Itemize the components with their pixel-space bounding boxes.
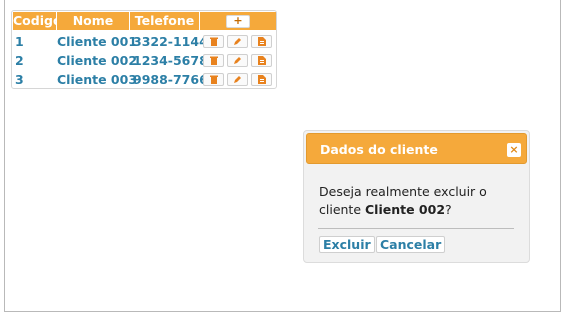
cell-telefone: 9988-7766 [133, 72, 208, 87]
delete-button[interactable] [203, 73, 224, 86]
edit-icon [233, 56, 242, 65]
dialog-title: Dados do cliente [320, 142, 438, 157]
confirm-delete-button[interactable]: Excluir [319, 236, 375, 253]
document-icon [257, 56, 266, 65]
delete-icon [209, 75, 218, 84]
delete-button[interactable] [203, 54, 224, 67]
delete-icon [209, 56, 218, 65]
cell-telefone: 1234-5678 [133, 53, 208, 68]
table-row: 1 Cliente 001 3322-1144 [13, 32, 272, 51]
cell-nome[interactable]: Cliente 001 [57, 34, 137, 49]
cell-telefone: 3322-1144 [133, 34, 208, 49]
cell-codigo: 2 [15, 53, 24, 68]
close-icon[interactable]: × [507, 143, 521, 157]
edit-icon [233, 37, 242, 46]
dialog-message: Deseja realmente excluir o cliente Clien… [319, 183, 519, 219]
details-button[interactable] [251, 35, 272, 48]
clients-table: Codigo Nome Telefone + 1 Cliente 001 332… [11, 10, 277, 89]
details-button[interactable] [251, 54, 272, 67]
message-suffix: ? [445, 202, 452, 217]
edit-icon [233, 75, 242, 84]
header-nome: Nome [57, 12, 130, 30]
table-header: Codigo Nome Telefone + [13, 12, 276, 30]
cell-codigo: 1 [15, 34, 24, 49]
cell-nome[interactable]: Cliente 003 [57, 72, 137, 87]
table-row: 2 Cliente 002 1234-5678 [13, 51, 272, 70]
delete-icon [209, 37, 218, 46]
add-client-button[interactable]: + [226, 15, 250, 28]
dialog-divider [318, 228, 514, 229]
header-actions: + [200, 12, 276, 30]
delete-button[interactable] [203, 35, 224, 48]
document-icon [257, 75, 266, 84]
table-row: 3 Cliente 003 9988-7766 [13, 70, 272, 89]
header-telefone: Telefone [130, 12, 200, 30]
dialog-header: Dados do cliente × [306, 133, 527, 164]
edit-button[interactable] [227, 35, 248, 48]
cell-nome[interactable]: Cliente 002 [57, 53, 137, 68]
edit-button[interactable] [227, 73, 248, 86]
details-button[interactable] [251, 73, 272, 86]
cancel-button[interactable]: Cancelar [376, 236, 446, 253]
message-client-name: Cliente 002 [365, 202, 446, 217]
document-icon [257, 37, 266, 46]
client-dialog: Dados do cliente × Deseja realmente excl… [303, 130, 530, 263]
cell-codigo: 3 [15, 72, 24, 87]
header-codigo: Codigo [13, 12, 62, 30]
edit-button[interactable] [227, 54, 248, 67]
